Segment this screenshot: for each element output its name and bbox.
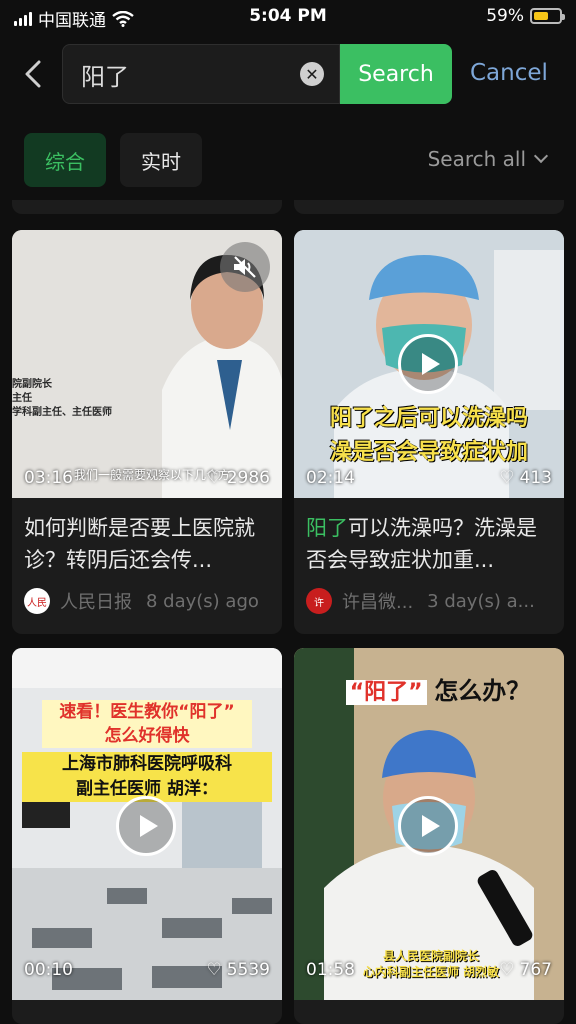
thumbnail-speaker: 上海市肺科医院呼吸科 副主任医师 胡洋： <box>22 752 272 802</box>
video-title[interactable]: 如何判断是否要上医院就诊？转阴后还会传... <box>24 512 272 576</box>
video-meta: 人民 人民日报 8 day(s) ago <box>24 588 274 614</box>
heart-icon: ♡ <box>206 960 222 980</box>
like-count: 2986 <box>226 468 270 488</box>
title-highlight: 阳了 <box>306 516 348 540</box>
clear-icon[interactable]: ✕ <box>300 62 324 86</box>
like-count: 767 <box>519 960 552 980</box>
previous-card-stub <box>294 200 564 214</box>
source-avatar: 人民 <box>24 588 50 614</box>
post-age: 3 day(s) a... <box>427 590 535 612</box>
thumbnail-caption: “阳了” 怎么办？ <box>328 676 548 708</box>
search-all-dropdown[interactable]: Search all <box>427 147 549 171</box>
video-card[interactable]: 院副院长 主任 学科副主任、主任医师 我们一般需要观察以下几个方 03:16 ♡… <box>12 230 282 634</box>
post-age: 8 day(s) ago <box>146 590 259 612</box>
search-input[interactable]: 阳了 <box>62 44 340 104</box>
like-count: 413 <box>519 468 552 488</box>
source-avatar: 许 <box>306 588 332 614</box>
video-info-overlay: 02:14 ♡ 413 <box>294 458 564 498</box>
heart-icon: ♡ <box>206 468 222 488</box>
search-query: 阳了 <box>81 62 129 91</box>
search-all-label: Search all <box>427 147 526 171</box>
search-bar: 阳了 ✕ Search Cancel <box>0 44 576 104</box>
heart-icon: ♡ <box>499 468 515 488</box>
video-thumbnail: 速看！医生教你“阳了” 怎么好得快 上海市肺科医院呼吸科 副主任医师 胡洋： 0… <box>12 648 282 1000</box>
battery-icon <box>530 8 565 24</box>
heart-icon: ♡ <box>499 960 515 980</box>
video-info-overlay: 01:58 ♡ 767 <box>294 950 564 990</box>
search-button[interactable]: Search <box>340 44 452 104</box>
video-card[interactable]: 阳了之后可以洗澡吗 澡是否会导致症状加 02:14 ♡ 413 阳了可以洗澡吗？洗… <box>294 230 564 634</box>
like-count: 5539 <box>226 960 270 980</box>
tab-comprehensive[interactable]: 综合 <box>24 133 106 187</box>
source-name[interactable]: 人民日报 <box>60 588 132 614</box>
thumbnail-nameplate: 院副院长 主任 学科副主任、主任医师 <box>12 379 112 418</box>
thumbnail-caption: 速看！医生教你“阳了” 怎么好得快 <box>42 700 252 748</box>
back-icon[interactable] <box>22 60 44 88</box>
video-thumbnail: 院副院长 主任 学科副主任、主任医师 我们一般需要观察以下几个方 03:16 ♡… <box>12 230 282 498</box>
previous-card-stub <box>12 200 282 214</box>
mute-icon[interactable] <box>220 242 270 292</box>
status-bar: 中国联通 5:04 PM 59% <box>0 0 576 34</box>
play-icon[interactable] <box>398 334 458 394</box>
play-icon[interactable] <box>116 796 176 856</box>
tab-realtime[interactable]: 实时 <box>120 133 202 187</box>
video-thumbnail: 阳了之后可以洗澡吗 澡是否会导致症状加 02:14 ♡ 413 <box>294 230 564 498</box>
play-icon[interactable] <box>398 796 458 856</box>
cancel-button[interactable]: Cancel <box>470 60 548 86</box>
chevron-down-icon <box>533 148 549 164</box>
video-duration: 00:10 <box>24 960 73 980</box>
video-info-overlay: 03:16 ♡ 2986 <box>12 458 282 498</box>
video-duration: 01:58 <box>306 960 355 980</box>
source-name[interactable]: 许昌微... <box>342 588 413 614</box>
video-duration: 03:16 <box>24 468 73 488</box>
filter-tabs: 综合 实时 Search all <box>0 133 576 187</box>
video-thumbnail: “阳了” 怎么办？ 县人民医院副院长 心内科副主任医师 胡烈敏 01:58 ♡ 7… <box>294 648 564 1000</box>
video-meta: 许 许昌微... 3 day(s) a... <box>306 588 556 614</box>
video-title[interactable]: 阳了可以洗澡吗？洗澡是否会导致症状加重... <box>306 512 554 576</box>
video-card[interactable]: 速看！医生教你“阳了” 怎么好得快 上海市肺科医院呼吸科 副主任医师 胡洋： 0… <box>12 648 282 1024</box>
video-duration: 02:14 <box>306 468 355 488</box>
video-info-overlay: 00:10 ♡ 5539 <box>12 950 282 990</box>
video-card[interactable]: “阳了” 怎么办？ 县人民医院副院长 心内科副主任医师 胡烈敏 01:58 ♡ 7… <box>294 648 564 1024</box>
battery-percent: 59% <box>486 6 524 26</box>
